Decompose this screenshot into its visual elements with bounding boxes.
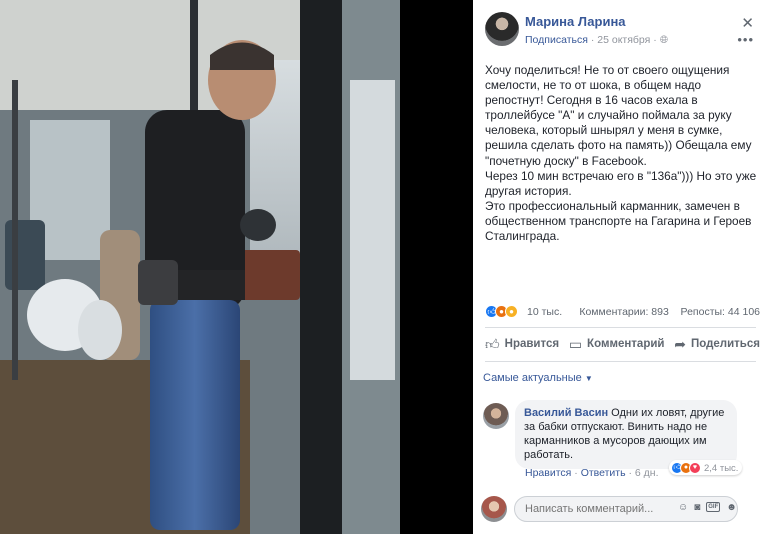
comment-reactions-count: 2,4 тыс.: [704, 462, 739, 474]
author-name[interactable]: Марина Ларина: [525, 14, 626, 29]
post-header: Марина Ларина Подписаться · 25 октября ·…: [473, 0, 768, 50]
comments-count[interactable]: Комментарии: 893: [579, 306, 669, 318]
post-photo[interactable]: [0, 0, 400, 534]
divider: [485, 327, 756, 328]
current-user-avatar: [481, 496, 507, 522]
commenter-avatar[interactable]: [483, 403, 509, 429]
comment-bubble: Василий Васин Одни их ловят, другие за б…: [515, 400, 737, 469]
share-label: Поделиться: [690, 338, 760, 350]
post-paragraph: Хочу поделиться! Не то от своего ощущени…: [485, 63, 752, 168]
share-arrow-icon: ➦: [674, 335, 686, 352]
comments-reposts: Комментарии: 893 Репосты: 44 106: [579, 306, 760, 318]
comment-reply-link[interactable]: Ответить: [581, 467, 626, 479]
photo-viewer: Марина Ларина Подписаться · 25 октября ·…: [0, 0, 768, 534]
comment-reactions[interactable]: 👍︎ ● ♥ 2,4 тыс.: [669, 460, 743, 475]
thumbs-up-icon: 👍︎: [485, 335, 500, 352]
post-panel: Марина Ларина Подписаться · 25 октября ·…: [473, 0, 768, 534]
camera-icon[interactable]: ◙: [694, 502, 700, 513]
comment-button[interactable]: ▭ Комментарий: [569, 333, 665, 355]
post-paragraph: Через 10 мин встречаю его в "136а"))) Но…: [485, 168, 757, 198]
post-stats: 👍︎ ● ● 10 тыс. Комментарии: 893 Репосты:…: [485, 304, 760, 322]
sort-label: Самые актуальные: [483, 372, 582, 384]
composer-icons: ☺ ◙ GIF ☻: [678, 502, 737, 513]
emoji-icon[interactable]: ☺: [678, 502, 688, 513]
post-meta: Подписаться · 25 октября · 🌐︎: [525, 34, 668, 47]
comment-label: Комментарий: [587, 338, 665, 350]
reposts-count[interactable]: Репосты: 44 106: [681, 306, 760, 318]
subscribe-link[interactable]: Подписаться: [525, 34, 588, 46]
divider: [485, 361, 756, 362]
more-options-icon[interactable]: •••: [737, 32, 754, 47]
comment-item: Василий Васин Одни их ловят, другие за б…: [483, 400, 763, 480]
comment-links: Нравится · Ответить · 6 дн.: [525, 467, 659, 479]
wow-reaction-icon: ●: [505, 305, 518, 318]
stats-gap: [672, 306, 678, 318]
commenter-name[interactable]: Василий Васин: [524, 407, 608, 419]
comment-composer: ☺ ◙ GIF ☻: [481, 493, 763, 525]
like-label: Нравится: [504, 338, 560, 350]
photo-image: [0, 0, 400, 534]
post-paragraph: Это профессиональный карманник, замечен …: [485, 198, 752, 244]
speech-bubble-icon: ▭: [568, 335, 583, 352]
comment-age[interactable]: 6 дн.: [635, 467, 659, 479]
post-actions: 👍︎ Нравится ▭ Комментарий ➦ Поделиться: [485, 333, 760, 355]
reactions-summary[interactable]: 👍︎ ● ●: [485, 305, 518, 318]
love-reaction-icon: ♥: [689, 462, 701, 474]
post-text: Хочу поделиться! Не то от своего ощущени…: [485, 63, 760, 244]
close-icon[interactable]: ✕: [741, 14, 754, 32]
comment-like-link[interactable]: Нравится: [525, 467, 571, 479]
gif-icon[interactable]: GIF: [706, 502, 721, 512]
post-date[interactable]: 25 октября: [597, 34, 650, 46]
reactions-count[interactable]: 10 тыс.: [527, 306, 562, 318]
share-button[interactable]: ➦ Поделиться: [674, 333, 760, 355]
sticker-icon[interactable]: ☻: [726, 502, 737, 513]
globe-icon: 🌐︎: [659, 34, 669, 46]
like-button[interactable]: 👍︎ Нравится: [485, 333, 559, 355]
author-avatar[interactable]: [485, 12, 519, 46]
comments-sort-dropdown[interactable]: Самые актуальные ▼: [483, 372, 593, 384]
chevron-down-icon: ▼: [584, 374, 593, 383]
